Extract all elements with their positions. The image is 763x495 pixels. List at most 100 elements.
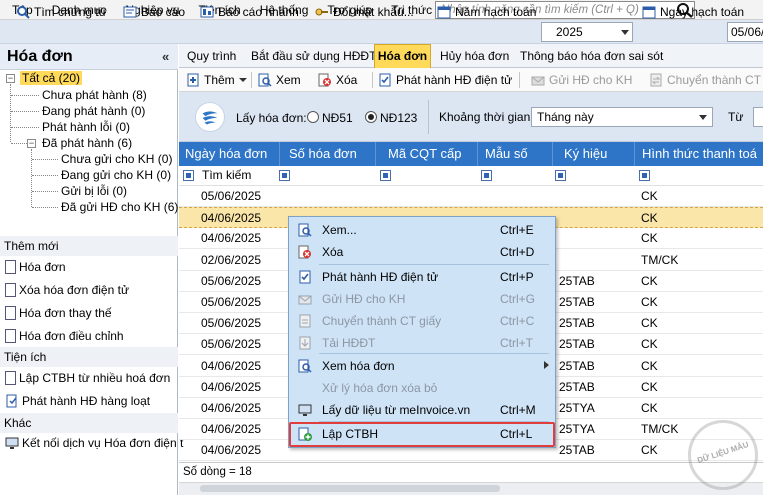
- col-tax-code[interactable]: Mã CQT cấp: [388, 142, 461, 166]
- filter-operator-icon[interactable]: [183, 170, 194, 181]
- tab-invoice[interactable]: Hóa đơn: [374, 44, 431, 68]
- cell-date: 04/06/2025: [201, 211, 262, 226]
- cell-date: 04/06/2025: [201, 358, 262, 373]
- col-symbol[interactable]: Ký hiệu: [564, 142, 607, 166]
- tree-collapse-icon[interactable]: −: [6, 74, 15, 83]
- context-menu-item[interactable]: Chuyển thành CT giấy Ctrl+C: [289, 310, 555, 332]
- tree-item-issued[interactable]: Đã phát hành (6): [42, 136, 132, 150]
- context-menu: Xem... Ctrl+E Xóa Ctrl+D Phát hành HĐ điện t…: [288, 216, 556, 448]
- tree-item-not-issued[interactable]: Chưa phát hành (8): [42, 88, 147, 102]
- bulk-issue-link[interactable]: Phát hành HĐ hàng loạt: [5, 394, 150, 408]
- col-form-number[interactable]: Mẫu số: [485, 142, 528, 166]
- posting-date-input[interactable]: 05/06/: [727, 22, 763, 42]
- chevron-down-icon[interactable]: [238, 76, 247, 84]
- view-button[interactable]: Xem: [258, 71, 301, 89]
- fiscal-year-label-wrap: Năm hạch toán: [437, 3, 536, 21]
- cell-payment: CK: [641, 337, 658, 352]
- tree-item-sending[interactable]: Đang gửi cho KH (0): [61, 168, 171, 182]
- replacement-invoice-label: Hóa đơn thay thế: [19, 306, 112, 320]
- context-menu-item[interactable]: Phát hành HĐ điện tử Ctrl+P: [289, 266, 555, 288]
- cell-symbol: 25TAB: [559, 379, 595, 394]
- tree-item-issue-error[interactable]: Phát hành lỗi (0): [42, 120, 130, 134]
- create-sales-voucher-link[interactable]: Lập CTBH từ nhiều hoá đơn: [5, 371, 170, 385]
- tree-item-all[interactable]: Tất cả (20): [20, 71, 83, 85]
- document-icon: [5, 371, 16, 385]
- main-toolbar: [0, 20, 763, 44]
- document-icon: [5, 329, 16, 343]
- connect-service-link[interactable]: Kết nối dịch vụ Hóa đơn điện t: [5, 436, 183, 450]
- filter-operator-icon[interactable]: [639, 170, 650, 181]
- tree-item-not-sent[interactable]: Chưa gửi cho KH (0): [61, 152, 172, 166]
- add-icon: [187, 73, 199, 87]
- report-button[interactable]: Báo cáo: [123, 3, 185, 21]
- issue-einvoice-label: Phát hành HĐ điện tử: [396, 73, 513, 87]
- cell-payment: CK: [641, 358, 658, 373]
- cell-payment: CK: [641, 231, 658, 246]
- posting-date-label: Ngày hạch toán: [660, 5, 745, 19]
- calendar-icon: [437, 6, 451, 19]
- quick-report-button[interactable]: Báo cáo nhanh: [200, 3, 299, 21]
- fiscal-year-select[interactable]: 2025: [541, 22, 633, 42]
- tree-item-issuing[interactable]: Đang phát hành (0): [42, 104, 145, 118]
- find-voucher-button[interactable]: Tìm chứng từ: [16, 3, 107, 21]
- delete-einvoice-link[interactable]: Xóa hóa đơn điện tử: [5, 283, 129, 297]
- replacement-invoice-link[interactable]: Hóa đơn thay thế: [5, 306, 112, 320]
- send-to-customer-button[interactable]: Gửi HĐ cho KH: [531, 71, 632, 89]
- change-password-button[interactable]: Đổi mật khẩu...: [315, 3, 414, 21]
- context-menu-item[interactable]: Tải HĐĐT Ctrl+T: [289, 332, 555, 354]
- bulk-issue-label: Phát hành HĐ hàng loạt: [22, 394, 151, 408]
- convert-paper-button[interactable]: Chuyển thành CT gi: [649, 71, 763, 89]
- period-select[interactable]: Tháng này: [531, 107, 713, 127]
- from-date-input[interactable]: [753, 107, 763, 127]
- context-menu-shortcut: Ctrl+E: [500, 223, 534, 237]
- context-menu-item[interactable]: Lấy dữ liệu từ meInvoice.vn Ctrl+M: [289, 399, 555, 421]
- tree-item-send-error[interactable]: Gửi bị lỗi (0): [61, 184, 127, 198]
- sidebar-header: Hóa đơn «: [0, 44, 178, 70]
- radio-nd123[interactable]: [365, 111, 377, 123]
- quick-report-icon: [200, 6, 214, 18]
- cell-symbol: 25TYA: [559, 422, 595, 437]
- col-invoice-date[interactable]: Ngày hóa đơn: [185, 142, 267, 166]
- context-menu-label: Gửi HĐ cho KH: [322, 292, 406, 306]
- col-payment-method[interactable]: Hình thức thanh toá: [642, 142, 757, 166]
- filter-operator-icon[interactable]: [481, 170, 492, 181]
- cell-date: 05/06/2025: [201, 316, 262, 331]
- tree-collapse-icon[interactable]: −: [27, 139, 36, 148]
- context-menu-item[interactable]: Xử lý hóa đơn xóa bỏ: [289, 377, 555, 399]
- tab-error-notice[interactable]: Thông báo hóa đơn sai sót: [520, 44, 663, 68]
- grid-filter-row: [179, 166, 763, 186]
- monitor-icon: [298, 404, 312, 416]
- cell-payment: CK: [641, 316, 658, 331]
- col-invoice-number[interactable]: Số hóa đơn: [289, 142, 357, 166]
- tab-getting-started[interactable]: Bắt đầu sử dụng HĐĐT: [251, 44, 376, 68]
- table-row[interactable]: 05/06/2025 CK: [179, 186, 763, 207]
- filter-operator-icon[interactable]: [279, 170, 290, 181]
- context-menu-item[interactable]: Gửi HĐ cho KH Ctrl+G: [289, 288, 555, 310]
- submenu-arrow-icon: [544, 361, 549, 369]
- find-voucher-label: Tìm chứng từ: [34, 5, 107, 19]
- tab-cancel-invoice[interactable]: Hủy hóa đơn: [440, 44, 509, 68]
- adjustment-invoice-link[interactable]: Hóa đơn điều chỉnh: [5, 329, 124, 343]
- filter-operator-icon[interactable]: [380, 170, 391, 181]
- tab-process[interactable]: Quy trình: [187, 44, 236, 68]
- delete-button[interactable]: Xóa: [318, 71, 357, 89]
- context-menu-shortcut: Ctrl+P: [500, 270, 534, 284]
- context-menu-item[interactable]: Xem hóa đơn: [289, 355, 555, 377]
- add-button[interactable]: Thêm: [186, 71, 247, 89]
- context-menu-item[interactable]: Xem... Ctrl+E: [289, 219, 555, 241]
- scrollbar-thumb[interactable]: [200, 485, 500, 492]
- chevron-down-icon[interactable]: [621, 30, 629, 35]
- new-invoice-link[interactable]: Hóa đơn: [5, 260, 66, 274]
- chevron-down-icon[interactable]: [699, 115, 707, 120]
- issue-einvoice-button[interactable]: Phát hành HĐ điện tử: [378, 71, 512, 89]
- context-menu-item[interactable]: Xóa Ctrl+D: [289, 241, 555, 263]
- grid-search-input[interactable]: Tìm kiếm: [202, 168, 251, 182]
- filter-operator-icon[interactable]: [555, 170, 566, 181]
- convert-paper-label: Chuyển thành CT gi: [667, 73, 763, 87]
- context-menu-label: Phát hành HĐ điện tử: [322, 270, 439, 284]
- radio-nd51[interactable]: [307, 111, 319, 123]
- collapse-icon[interactable]: «: [162, 49, 169, 64]
- context-menu-shortcut: Ctrl+D: [500, 245, 535, 259]
- tree-item-sent[interactable]: Đã gửi HĐ cho KH (6): [61, 200, 178, 214]
- issue-icon: [299, 270, 311, 284]
